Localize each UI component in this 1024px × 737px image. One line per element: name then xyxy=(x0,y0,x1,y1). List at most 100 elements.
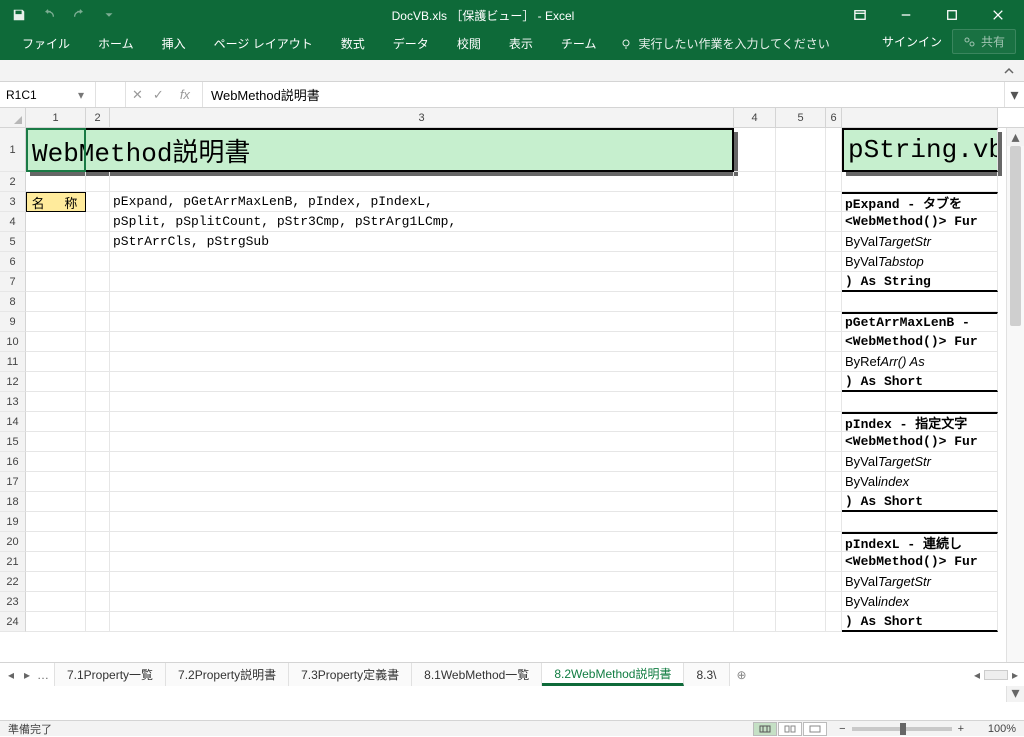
row-header[interactable]: 14 xyxy=(0,412,26,432)
cell[interactable] xyxy=(776,128,826,172)
cell[interactable] xyxy=(826,512,842,532)
column-header[interactable]: 5 xyxy=(776,108,826,127)
cell[interactable] xyxy=(826,212,842,232)
cell[interactable]: pIndexL - 連続し xyxy=(842,532,998,552)
cell[interactable] xyxy=(734,612,776,632)
row-header[interactable]: 11 xyxy=(0,352,26,372)
cell[interactable] xyxy=(86,592,110,612)
zoom-thumb[interactable] xyxy=(900,723,906,735)
cell[interactable] xyxy=(110,272,734,292)
cell[interactable] xyxy=(86,312,110,332)
cell[interactable] xyxy=(110,392,734,412)
row-header[interactable]: 12 xyxy=(0,372,26,392)
cell[interactable] xyxy=(26,212,86,232)
cell[interactable]: <WebMethod()> Fur xyxy=(842,332,998,352)
row-header[interactable]: 16 xyxy=(0,452,26,472)
cell[interactable] xyxy=(26,532,86,552)
cell[interactable] xyxy=(26,332,86,352)
cell[interactable] xyxy=(826,392,842,412)
next-sheet-icon[interactable]: ▸ xyxy=(20,668,34,682)
first-sheet-icon[interactable]: ◂ xyxy=(4,668,18,682)
cell[interactable] xyxy=(826,292,842,312)
row-header[interactable]: 22 xyxy=(0,572,26,592)
cell[interactable] xyxy=(826,252,842,272)
cell[interactable]: pStrArrCls, pStrgSub xyxy=(110,232,734,252)
cell[interactable]: ByRef Arr() As xyxy=(842,352,998,372)
sheet-nav-buttons[interactable]: ◂ ▸ … xyxy=(0,663,55,686)
tab-file[interactable]: ファイル xyxy=(8,29,84,60)
tab-review[interactable]: 校閲 xyxy=(443,29,495,60)
more-sheets-icon[interactable]: … xyxy=(36,668,50,682)
cell[interactable] xyxy=(826,128,842,172)
tab-data[interactable]: データ xyxy=(379,29,443,60)
save-icon[interactable] xyxy=(6,3,32,27)
select-all-corner[interactable] xyxy=(0,108,26,127)
signin-link[interactable]: サインイン xyxy=(882,33,942,50)
cell[interactable] xyxy=(734,272,776,292)
cell[interactable] xyxy=(734,212,776,232)
cell[interactable] xyxy=(734,472,776,492)
cell[interactable] xyxy=(734,352,776,372)
cell[interactable] xyxy=(826,372,842,392)
cell[interactable] xyxy=(110,552,734,572)
scrollbar-track[interactable] xyxy=(1007,146,1024,684)
cell[interactable] xyxy=(776,472,826,492)
enter-icon[interactable]: ✓ xyxy=(153,87,164,103)
cell[interactable] xyxy=(26,392,86,412)
cell[interactable] xyxy=(86,332,110,352)
spreadsheet-grid[interactable]: 1 2 3 4 5 6 1WebMethod説明書pString.vb23名 称… xyxy=(0,108,1024,702)
column-header[interactable]: 1 xyxy=(26,108,86,127)
cell[interactable] xyxy=(26,232,86,252)
cell[interactable] xyxy=(776,512,826,532)
cell-area[interactable]: 1WebMethod説明書pString.vb23名 称pExpand, pGe… xyxy=(0,128,1006,702)
cell[interactable] xyxy=(734,492,776,512)
cell[interactable] xyxy=(86,432,110,452)
cell[interactable] xyxy=(776,192,826,212)
cell[interactable] xyxy=(86,412,110,432)
row-header[interactable]: 21 xyxy=(0,552,26,572)
cell[interactable] xyxy=(776,452,826,472)
cell[interactable] xyxy=(734,232,776,252)
cell[interactable] xyxy=(776,252,826,272)
title-cell-right[interactable]: pString.vb xyxy=(842,128,998,172)
cell[interactable] xyxy=(734,512,776,532)
expand-formula-bar-icon[interactable]: ▾ xyxy=(1004,82,1024,107)
cell[interactable] xyxy=(734,432,776,452)
cell[interactable] xyxy=(110,252,734,272)
page-break-view-icon[interactable] xyxy=(803,722,827,736)
row-header[interactable]: 4 xyxy=(0,212,26,232)
collapse-ribbon-icon[interactable] xyxy=(1000,62,1018,80)
cell[interactable] xyxy=(110,492,734,512)
column-header[interactable]: 2 xyxy=(86,108,110,127)
sheet-tab[interactable]: 8.3\ xyxy=(684,663,729,686)
cell[interactable] xyxy=(110,592,734,612)
cell[interactable] xyxy=(86,172,110,192)
cell[interactable] xyxy=(734,332,776,352)
cell[interactable]: pSplit, pSplitCount, pStr3Cmp, pStrArg1L… xyxy=(110,212,734,232)
cell[interactable] xyxy=(110,292,734,312)
row-header[interactable]: 1 xyxy=(0,128,26,172)
cell[interactable] xyxy=(110,612,734,632)
cell[interactable] xyxy=(734,192,776,212)
tab-insert[interactable]: 挿入 xyxy=(148,29,200,60)
cell[interactable] xyxy=(734,252,776,272)
cell[interactable]: <WebMethod()> Fur xyxy=(842,212,998,232)
cell[interactable] xyxy=(826,312,842,332)
normal-view-icon[interactable] xyxy=(753,722,777,736)
tellme-search[interactable]: 実行したい作業を入力してください xyxy=(610,29,839,60)
cell[interactable] xyxy=(826,592,842,612)
cell[interactable] xyxy=(826,192,842,212)
cell[interactable] xyxy=(110,372,734,392)
cell[interactable] xyxy=(734,412,776,432)
row-header[interactable]: 19 xyxy=(0,512,26,532)
cell[interactable] xyxy=(776,232,826,252)
cell[interactable]: ByVal index xyxy=(842,472,998,492)
page-layout-view-icon[interactable] xyxy=(778,722,802,736)
cell[interactable]: <WebMethod()> Fur xyxy=(842,432,998,452)
cell[interactable]: pIndex - 指定文字 xyxy=(842,412,998,432)
row-header[interactable]: 24 xyxy=(0,612,26,632)
cell[interactable]: ) As String xyxy=(842,272,998,292)
cell[interactable] xyxy=(776,172,826,192)
cell[interactable] xyxy=(734,172,776,192)
cell[interactable] xyxy=(826,272,842,292)
